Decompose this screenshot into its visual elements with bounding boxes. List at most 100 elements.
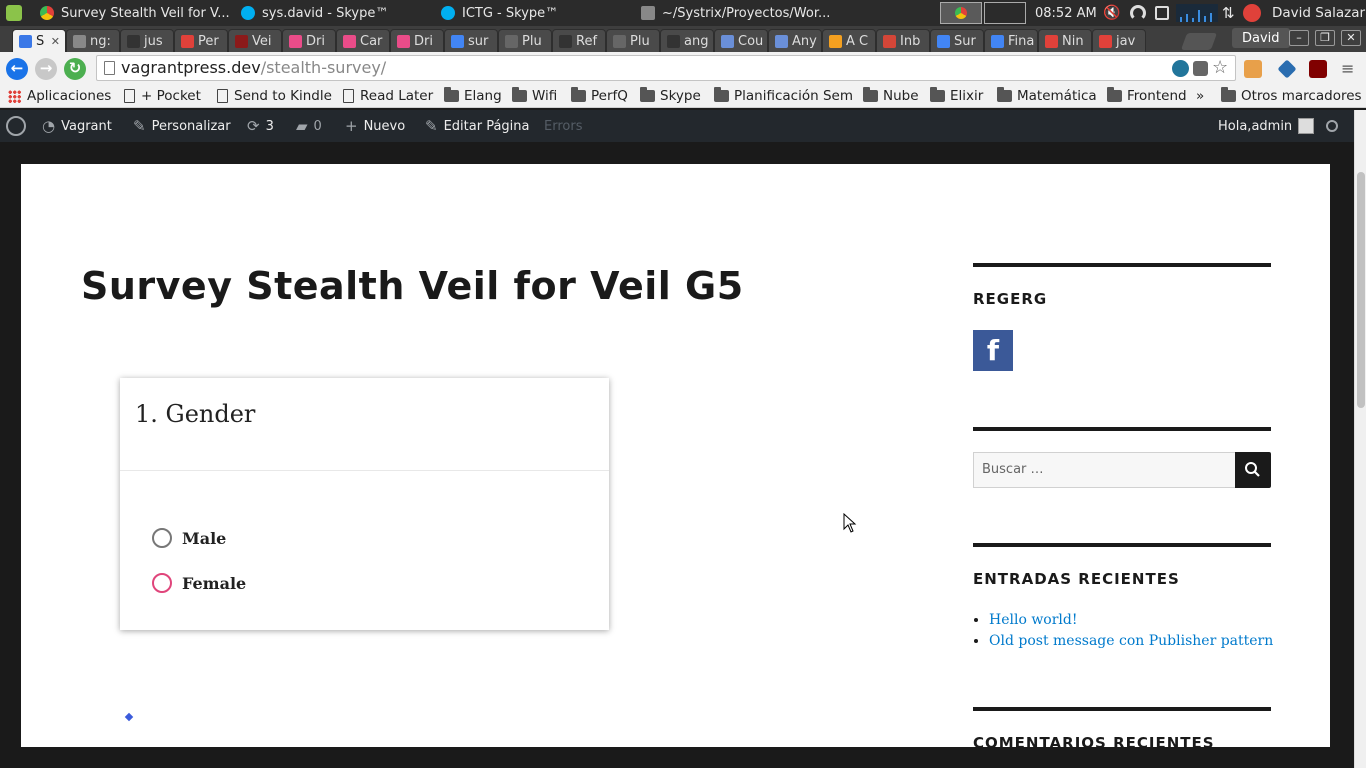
address-bar[interactable]: vagrantpress.dev/stealth-survey/ (96, 55, 1236, 81)
user-icon[interactable] (1243, 0, 1261, 26)
wp-updates-link[interactable]: ⟳ 3 (247, 110, 274, 142)
bookmark-item[interactable]: Planificación Sem (714, 87, 856, 105)
browser-tab[interactable]: Cou (714, 29, 768, 52)
browser-tab[interactable]: Per (174, 29, 228, 52)
browser-tab[interactable]: Fina (984, 29, 1038, 52)
browser-tab[interactable]: Dri (390, 29, 444, 52)
browser-tab[interactable]: jav (1092, 29, 1146, 52)
search-button[interactable] (1235, 452, 1271, 488)
radio-button[interactable] (152, 573, 172, 593)
bookmark-item[interactable]: PerfQ (571, 87, 628, 105)
bookmark-item[interactable]: Elang (444, 87, 502, 105)
bookmark-item[interactable]: + Pocket (124, 87, 201, 105)
wp-comments-count: 0 (313, 118, 322, 134)
bookmark-label: Wifi (532, 88, 558, 104)
recent-post-link[interactable]: Hello world! (989, 612, 1078, 628)
translate-icon[interactable] (1193, 61, 1208, 76)
wp-new-link[interactable]: + Nuevo (345, 110, 405, 142)
browser-tab[interactable]: ng: (66, 29, 120, 52)
back-button[interactable]: ← (6, 58, 28, 80)
facebook-icon[interactable]: f (973, 330, 1013, 371)
tab-close-icon[interactable]: ✕ (51, 35, 60, 48)
tab-active[interactable]: S ✕ (12, 29, 66, 52)
bookmark-item[interactable]: Read Later (343, 87, 433, 105)
folder-icon (1107, 87, 1122, 102)
recent-post-link[interactable]: Old post message con Publisher pattern (989, 633, 1273, 649)
wp-search-icon[interactable] (1326, 110, 1338, 142)
session-user-name[interactable]: David Salazar (1272, 0, 1365, 26)
browser-tab[interactable]: Car (336, 29, 390, 52)
bookmark-item[interactable]: Frontend (1107, 87, 1187, 105)
folder-icon (714, 87, 729, 102)
bookmark-star-icon[interactable]: ☆ (1212, 58, 1232, 78)
browser-tab[interactable]: jus (120, 29, 174, 52)
bookmark-item[interactable]: Send to Kindle (217, 87, 332, 105)
maximize-button[interactable]: ❐ (1315, 30, 1335, 46)
tab-label: Nin (1062, 33, 1084, 49)
browser-tab[interactable]: ang (660, 29, 714, 52)
other-bookmarks[interactable]: Otros marcadores (1221, 87, 1362, 105)
network-icon[interactable] (1130, 0, 1146, 26)
bookmark-item[interactable]: Elixir (930, 87, 983, 105)
bookmarks-overflow-button[interactable]: » (1196, 87, 1204, 105)
page-scrollbar[interactable] (1354, 110, 1366, 768)
skype-icon (441, 6, 455, 20)
bookmark-item[interactable]: Nube (863, 87, 919, 105)
bookmark-label: Aplicaciones (27, 88, 112, 104)
browser-tab[interactable]: Dri (282, 29, 336, 52)
mint-menu-icon[interactable] (6, 5, 22, 21)
wp-errors-link[interactable]: Errors (544, 110, 582, 142)
profile-button[interactable]: David (1232, 28, 1290, 48)
workspace-switcher[interactable] (940, 0, 1026, 26)
browser-tab[interactable]: Sur (930, 29, 984, 52)
browser-tab[interactable]: A C (822, 29, 876, 52)
updown-arrows-icon[interactable]: ⇅ (1222, 0, 1235, 26)
bookmark-item[interactable]: Skype (640, 87, 701, 105)
workspace-1[interactable] (940, 2, 982, 24)
system-monitor-graph[interactable] (1176, 0, 1218, 26)
close-window-button[interactable]: ✕ (1341, 30, 1361, 46)
cpu-icon[interactable] (1155, 0, 1169, 26)
wp-edit-page-link[interactable]: ✎ Editar Página (425, 110, 530, 142)
wordpress-logo-icon[interactable] (6, 110, 26, 142)
survey-option-female[interactable]: Female (152, 573, 246, 593)
taskbar-window-terminal[interactable]: ~/Systrix/Proyectos/Wor... (641, 0, 841, 26)
bookmark-item[interactable]: Aplicaciones (8, 87, 111, 105)
wp-account-menu[interactable]: Hola,admin (1218, 110, 1315, 142)
survey-option-male[interactable]: Male (152, 528, 226, 548)
taskbar-window-skype-1[interactable]: sys.david - Skype™ (241, 0, 426, 26)
search-input[interactable]: Buscar … (973, 452, 1236, 488)
volume-icon[interactable]: 🔇 (1103, 0, 1120, 26)
workspace-2[interactable] (984, 2, 1026, 24)
new-tab-button[interactable] (1180, 33, 1218, 50)
bookmark-item[interactable]: Matemática (997, 87, 1097, 105)
wp-site-link[interactable]: ◔ Vagrant (42, 110, 112, 142)
ublock-icon[interactable] (1309, 60, 1327, 78)
page-icon (104, 61, 115, 75)
taskbar-window-chrome[interactable]: Survey Stealth Veil for V... (40, 0, 235, 26)
browser-tab[interactable]: Inb (876, 29, 930, 52)
wordpress-extension-icon[interactable] (1172, 60, 1189, 77)
browser-tab[interactable]: sur (444, 29, 498, 52)
browser-tab[interactable]: Plu (606, 29, 660, 52)
wp-comments-link[interactable]: ▰ 0 (296, 110, 322, 142)
chrome-menu-icon[interactable]: ≡ (1341, 60, 1359, 78)
browser-tab[interactable]: Plu (498, 29, 552, 52)
bookmark-item[interactable]: Wifi (512, 87, 557, 105)
scrollbar-thumb[interactable] (1357, 172, 1365, 408)
browser-tab[interactable]: Ref (552, 29, 606, 52)
browser-tab[interactable]: Vei (228, 29, 282, 52)
extension-pocket-icon[interactable] (1244, 60, 1262, 78)
wp-customize-link[interactable]: ✎ Personalizar (133, 110, 231, 142)
browser-tab[interactable]: Any (768, 29, 822, 52)
radio-button[interactable] (152, 528, 172, 548)
reload-button[interactable]: ↻ (64, 58, 86, 80)
search-icon (1245, 462, 1260, 477)
other-bookmarks-label: Otros marcadores (1241, 88, 1362, 104)
taskbar-window-skype-2[interactable]: ICTG - Skype™ (441, 0, 626, 26)
minimize-button[interactable]: – (1289, 30, 1309, 46)
browser-tab[interactable]: Nin (1038, 29, 1092, 52)
forward-button[interactable]: → (35, 58, 57, 80)
clock[interactable]: 08:52 AM (1035, 0, 1097, 26)
extension-vuejs-icon[interactable] (1277, 59, 1297, 79)
